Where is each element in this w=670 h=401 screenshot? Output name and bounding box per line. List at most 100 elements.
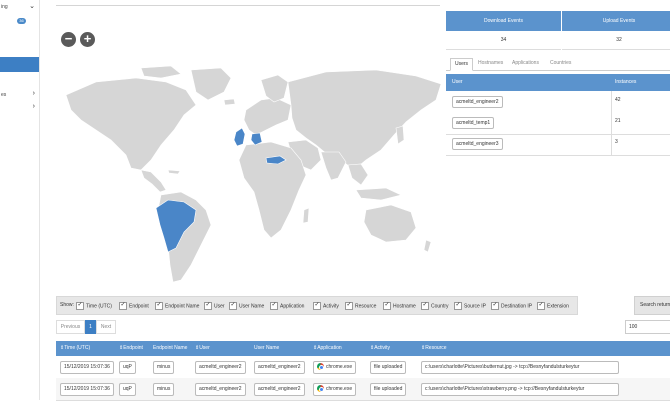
region-scandinavia [260,74,289,103]
tab-hostnames[interactable]: Hostnames [474,58,507,69]
region-japan [395,125,405,145]
column-header-user-name[interactable]: User Name [254,341,279,356]
column-toggle-user-name[interactable]: ✓ User Name [229,302,264,310]
next-page-button[interactable]: Next [96,320,116,334]
user-chip[interactable]: acmeltd_engineer2 [452,96,503,108]
column-toggle-time[interactable]: ✓ Time (UTC) [76,302,112,310]
table-row: 15/12/2019 15:07:36 uqP minus acmeltd_en… [56,356,670,379]
checkbox-checked-icon[interactable]: ✓ [155,302,163,310]
column-header-instances[interactable]: Instances [615,74,636,91]
column-toggle-hostname[interactable]: ✓ Hostname [383,302,416,310]
column-header-application[interactable]: ⇕Application [313,341,342,356]
tab-bar: Users Hostnames Applications Countries [446,58,670,71]
checkbox-checked-icon[interactable]: ✓ [76,302,84,310]
application-cell[interactable]: chrome.exe [313,383,357,396]
region-north-america [65,77,197,171]
search-returns-button[interactable]: Search returns [634,296,670,315]
activity-cell[interactable]: file uploaded [370,383,407,396]
chrome-icon [317,385,324,393]
tab-countries[interactable]: Countries [546,58,575,69]
time-cell[interactable]: 15/12/2019 15:07:36 [60,383,114,396]
checkbox-checked-icon[interactable]: ✓ [119,302,127,310]
region-europe [243,97,292,136]
column-toggle-endpoint[interactable]: ✓ Endpoint [119,302,149,310]
column-header-resource[interactable]: ⇕Resource [421,341,447,356]
user-name-cell[interactable]: acmeltd_engineer2 [254,361,305,374]
region-indonesia [355,187,402,201]
stat-value-upload: 32 [562,31,670,50]
users-table-header: User Instances [446,74,670,91]
chevron-right-icon: › [32,103,35,110]
resource-cell[interactable]: c:\users\charlotte\Pictures\strawberry.p… [421,383,619,396]
region-central-america [140,169,167,193]
column-toggle-activity[interactable]: ✓ Activity [313,302,339,310]
column-toggle-extension[interactable]: ✓ Extension [537,302,569,310]
resource-cell[interactable]: c:\users\charlotte\Pictures\butternut.jp… [421,361,619,374]
stat-header-upload: Upload Events [562,11,670,31]
previous-page-button[interactable]: Previous [56,320,85,334]
user-chip[interactable]: acmeltd_engineer3 [452,138,503,150]
column-header-activity[interactable]: ⇕Activity [370,341,390,356]
column-toggle-source-ip[interactable]: ✓ Source IP [454,302,486,310]
application-cell[interactable]: chrome.exe [313,361,357,374]
stat-value-download: 34 [446,31,561,50]
tab-users[interactable]: Users [450,58,474,71]
checkbox-checked-icon[interactable]: ✓ [454,302,462,310]
endpoint-name-cell[interactable]: minus [153,383,175,396]
zoom-in-button[interactable]: + [80,32,95,47]
user-chip[interactable]: acmeltd_temp1 [452,117,495,129]
chevron-down-icon: ⌄ [29,3,35,10]
column-toggle-endpoint-name[interactable]: ✓ Endpoint Name [155,302,199,310]
events-table-header: ⇕Time (UTC) ⇕Endpoint Endpoint Name ⇕Use… [56,341,670,356]
endpoint-cell[interactable]: uqP [119,361,136,374]
checkbox-checked-icon[interactable]: ✓ [270,302,278,310]
tab-applications[interactable]: Applications [508,58,543,69]
table-row: acmeltd_engineer3 3 [446,133,670,156]
column-header-endpoint[interactable]: ⇕Endpoint [119,341,143,356]
sidebar-item-3[interactable]: › [0,103,39,113]
column-toggle-resource[interactable]: ✓ Resource [345,302,376,310]
user-name-cell[interactable]: acmeltd_engineer2 [254,383,305,396]
instances-count: 21 [615,118,621,124]
time-cell[interactable]: 15/12/2019 15:07:36 [60,361,114,374]
region-greenland [190,67,232,101]
activity-cell[interactable]: file uploaded [370,361,407,374]
divider [56,5,440,6]
sidebar-item-1[interactable]: ing ⌄ [0,2,39,12]
zoom-out-button[interactable]: − [61,32,76,47]
column-toggle-country[interactable]: ✓ Country [421,302,449,310]
column-header-user[interactable]: User [452,74,463,91]
column-header-user[interactable]: ⇕User [195,341,210,356]
checkbox-checked-icon[interactable]: ✓ [345,302,353,310]
user-cell[interactable]: acmeltd_engineer2 [195,383,246,396]
column-header-endpoint-name[interactable]: Endpoint Name [153,341,187,356]
checkbox-checked-icon[interactable]: ✓ [313,302,321,310]
user-cell[interactable]: acmeltd_engineer2 [195,361,246,374]
region-iceland [223,98,236,106]
checkbox-checked-icon[interactable]: ✓ [537,302,545,310]
column-toggle-destination-ip[interactable]: ✓ Destination IP [491,302,532,310]
checkbox-checked-icon[interactable]: ✓ [229,302,237,310]
sidebar-item-active[interactable] [0,57,39,72]
page-1-button[interactable]: 1 [85,320,96,334]
column-header-time[interactable]: ⇕Time (UTC) [60,341,90,356]
table-row: acmeltd_temp1 21 [446,112,670,135]
endpoint-cell[interactable]: uqP [119,383,136,396]
checkbox-checked-icon[interactable]: ✓ [491,302,499,310]
endpoint-name-cell[interactable]: minus [153,361,175,374]
checkbox-checked-icon[interactable]: ✓ [204,302,212,310]
region-caribbean [167,169,181,175]
region-india [320,151,347,181]
column-toggle-user[interactable]: ✓ User [204,302,225,310]
region-arctic-islands [140,65,182,79]
region-southeast-asia [347,163,369,186]
show-label: Show: [60,302,74,308]
page-size-select[interactable]: 100 [625,320,670,334]
region-madagascar [302,207,310,224]
world-map[interactable] [56,60,446,290]
checkbox-checked-icon[interactable]: ✓ [421,302,429,310]
sidebar-item-2[interactable]: es › [0,90,39,100]
column-toggle-application[interactable]: ✓ Application [270,302,304,310]
checkbox-checked-icon[interactable]: ✓ [383,302,391,310]
instances-count: 42 [615,97,621,103]
